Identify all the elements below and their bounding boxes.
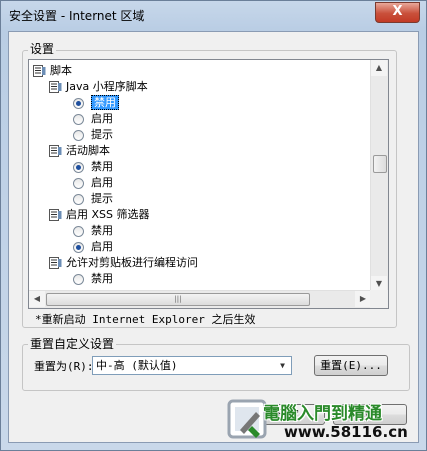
watermark-title: 電腦入門到精通: [263, 404, 382, 424]
radio-button[interactable]: [73, 97, 84, 109]
settings-tree[interactable]: 脚本 Java 小程序脚本 禁用 启用 提示 活动脚本 禁用 启用 提示 启用 XSS 筛选器 禁用…: [28, 59, 389, 309]
radio-button[interactable]: [73, 193, 84, 205]
tree-setting-row[interactable]: 启用 XSS 筛选器: [49, 207, 150, 223]
tree-option-row[interactable]: 启用: [73, 239, 113, 255]
tree-item-label: 启用: [91, 176, 113, 189]
title-bar[interactable]: 安全设置 - Internet 区域 X: [1, 1, 426, 31]
tree-option-row[interactable]: 禁用: [73, 159, 113, 175]
chevron-down-icon[interactable]: ▼: [275, 358, 290, 373]
radio-button[interactable]: [73, 225, 84, 237]
tree-item-label: 提示: [91, 192, 113, 205]
window-title: 安全设置 - Internet 区域: [9, 9, 145, 23]
security-settings-dialog: 安全设置 - Internet 区域 X 设置 脚本 Java 小程序脚本 禁用 启用…: [0, 0, 427, 451]
scrollbar-corner: [370, 290, 388, 308]
tree-setting-row[interactable]: 脚本: [33, 63, 72, 79]
radio-button[interactable]: [73, 273, 84, 285]
tree-item-label: 禁用: [91, 272, 113, 285]
radio-button[interactable]: [73, 177, 84, 189]
vertical-scrollbar[interactable]: ▲ ▼: [370, 60, 388, 292]
tree-item-label: 允许对剪贴板进行编程访问: [66, 256, 198, 269]
settings-document-icon: [33, 65, 46, 77]
tree-option-row[interactable]: 提示: [73, 127, 113, 143]
tree-item-label: 启用: [91, 112, 113, 125]
tree-setting-row[interactable]: 允许对剪贴板进行编程访问: [49, 255, 198, 271]
settings-document-icon: [49, 257, 62, 269]
tree-option-row[interactable]: 启用: [73, 111, 113, 127]
security-level-value: 中-高 (默认值): [96, 359, 178, 372]
tree-item-label: 禁用: [91, 95, 119, 110]
radio-button[interactable]: [73, 161, 84, 173]
radio-button[interactable]: [73, 241, 84, 253]
tree-item-label: 启用 XSS 筛选器: [66, 208, 150, 221]
scroll-left-arrow-icon[interactable]: ◀: [29, 291, 45, 307]
reset-button[interactable]: 重置(E)...: [314, 355, 388, 376]
radio-button[interactable]: [73, 129, 84, 141]
restart-note: *重新启动 Internet Explorer 之后生效: [35, 313, 256, 326]
tree-item-label: 启用: [91, 240, 113, 253]
settings-document-icon: [49, 81, 62, 93]
vertical-scroll-thumb[interactable]: [373, 155, 387, 173]
tree-item-label: 禁用: [91, 160, 113, 173]
settings-document-icon: [49, 145, 62, 157]
tree-option-row[interactable]: 启用: [73, 175, 113, 191]
settings-document-icon: [49, 209, 62, 221]
settings-group-label: 设置: [28, 40, 57, 57]
tree-setting-row[interactable]: 活动脚本: [49, 143, 110, 159]
close-icon: X: [392, 4, 403, 19]
close-button[interactable]: X: [375, 2, 420, 23]
radio-button[interactable]: [73, 113, 84, 125]
tree-option-row[interactable]: 禁用: [73, 271, 113, 287]
tree-item-label: 提示: [91, 128, 113, 141]
tree-item-label: Java 小程序脚本: [66, 80, 148, 93]
scroll-up-arrow-icon[interactable]: ▲: [371, 60, 387, 76]
reset-to-label: 重置为(R):: [34, 360, 94, 373]
tree-option-row[interactable]: 禁用: [73, 223, 113, 239]
security-level-select[interactable]: 中-高 (默认值) ▼: [92, 356, 292, 375]
reset-group-label: 重置自定义设置: [28, 335, 117, 352]
tree-option-row[interactable]: 禁用: [73, 95, 119, 111]
horizontal-scrollbar[interactable]: ◀ ||| ▶: [29, 290, 371, 308]
horizontal-scroll-thumb[interactable]: |||: [46, 293, 310, 306]
tree-setting-row[interactable]: Java 小程序脚本: [49, 79, 148, 95]
scroll-right-arrow-icon[interactable]: ▶: [355, 291, 371, 307]
tree-option-row[interactable]: 提示: [73, 191, 113, 207]
tree-item-label: 脚本: [50, 64, 72, 77]
watermark-url: www.58116.cn: [284, 423, 408, 441]
tree-item-label: 禁用: [91, 224, 113, 237]
tree-item-label: 活动脚本: [66, 144, 110, 157]
